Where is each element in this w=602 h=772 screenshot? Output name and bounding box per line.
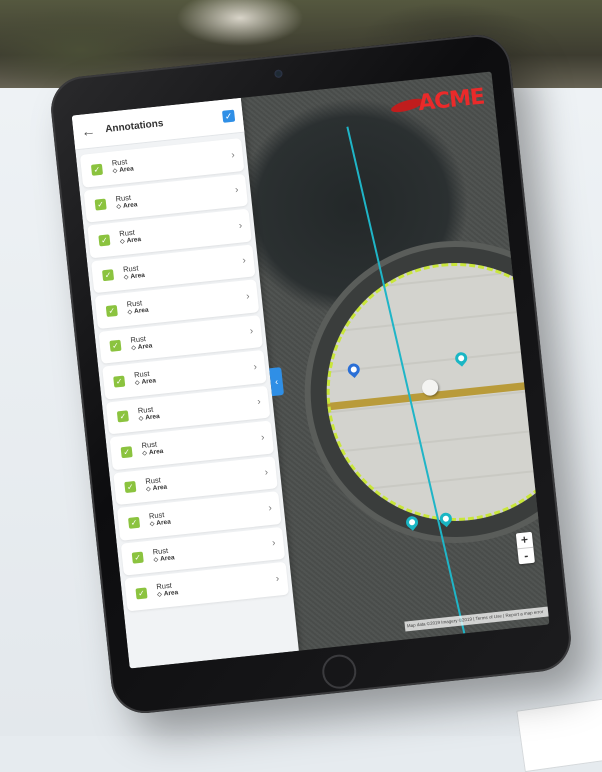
annotation-checkbox[interactable]: ✓ [120,445,133,458]
area-icon: ◇ [112,168,118,175]
logo-text: ACME [417,84,486,117]
zoom-control: + - [515,531,535,565]
annotation-type-label: Area [148,448,164,457]
annotation-text: Rust ◇Area [156,571,277,599]
area-icon: ◇ [153,556,159,564]
zoom-out-button[interactable]: - [517,546,535,565]
chevron-right-icon[interactable]: › [231,150,235,161]
area-icon: ◇ [131,344,137,352]
chevron-right-icon[interactable]: › [249,326,253,337]
annotation-type-label: Area [141,377,157,386]
area-icon: ◇ [149,521,155,528]
annotation-checkbox[interactable]: ✓ [109,339,122,353]
home-button[interactable] [320,652,358,691]
annotation-checkbox[interactable]: ✓ [94,198,107,211]
annotation-text: Rust ◇Area [119,218,240,246]
tablet-screen: ← Annotations ✓ ✓ Rust ◇Area › ✓ Rust ◇A… [71,71,550,669]
annotation-type-label: Area [122,200,138,210]
annotation-text: Rust ◇Area [145,465,266,493]
area-icon: ◇ [123,274,129,281]
annotation-type-label: Area [133,306,149,316]
annotation-text: Rust ◇Area [126,289,247,317]
chevron-right-icon[interactable]: › [238,220,242,231]
arrow-left-icon[interactable]: ← [81,122,101,139]
annotation-checkbox[interactable]: ✓ [98,234,111,247]
annotation-checkbox[interactable]: ✓ [90,163,103,176]
annotation-text: Rust ◇Area [137,395,259,423]
annotation-text: Rust ◇Area [149,500,270,528]
chevron-right-icon[interactable]: › [272,538,276,549]
annotation-type-label: Area [130,271,146,281]
tablet-device: ← Annotations ✓ ✓ Rust ◇Area › ✓ Rust ◇A… [47,31,575,717]
area-icon: ◇ [138,415,144,422]
annotation-checkbox[interactable]: ✓ [135,587,148,600]
annotation-checkbox[interactable]: ✓ [124,481,137,494]
annotation-type-label: Area [156,518,172,528]
select-all-checkbox[interactable]: ✓ [222,109,236,123]
area-icon: ◇ [145,486,152,493]
area-icon: ◇ [127,309,133,317]
area-icon: ◇ [157,592,163,599]
annotation-text: Rust ◇Area [152,536,273,564]
chevron-right-icon[interactable]: › [268,503,272,514]
annotation-checkbox[interactable]: ✓ [116,410,129,423]
chevron-right-icon[interactable]: › [260,432,264,443]
annotation-type-label: Area [126,236,142,245]
annotation-checkbox[interactable]: ✓ [102,269,115,282]
annotation-text: Rust ◇Area [130,324,251,352]
chevron-right-icon[interactable]: › [235,185,239,196]
chevron-right-icon[interactable]: › [257,397,261,408]
chevron-right-icon[interactable]: › [246,291,250,302]
area-icon: ◇ [116,203,122,211]
area-icon: ◇ [119,239,126,246]
annotation-text: Rust ◇Area [141,430,262,458]
annotation-text: Rust ◇Area [115,183,236,211]
chevron-right-icon[interactable]: › [242,255,246,266]
annotation-text: Rust ◇Area [111,147,233,175]
annotation-type-label: Area [144,412,161,422]
map-attribution[interactable]: Map data ©2019 Imagery ©2019 | Terms of … [404,606,550,632]
camera-icon [274,69,283,79]
annotation-type-label: Area [118,165,135,175]
annotation-checkbox[interactable]: ✓ [113,375,126,388]
acme-logo: ACME [389,83,486,122]
annotation-text: Rust ◇Area [134,359,255,387]
annotation-text: Rust ◇Area [123,253,244,281]
annotation-checkbox[interactable]: ✓ [105,304,118,317]
chevron-right-icon[interactable]: › [275,573,279,584]
area-icon: ◇ [142,450,148,458]
annotation-checkbox[interactable]: ✓ [128,516,141,529]
chevron-right-icon[interactable]: › [264,467,268,478]
annotation-type-label: Area [163,589,179,598]
area-icon: ◇ [134,380,140,387]
annotation-checkbox[interactable]: ✓ [131,551,144,564]
annotation-type-label: Area [159,554,175,563]
chevron-right-icon[interactable]: › [253,361,257,372]
annotation-type-label: Area [152,483,168,492]
annotation-type-label: Area [137,342,153,351]
sidebar-title: Annotations [104,117,164,135]
